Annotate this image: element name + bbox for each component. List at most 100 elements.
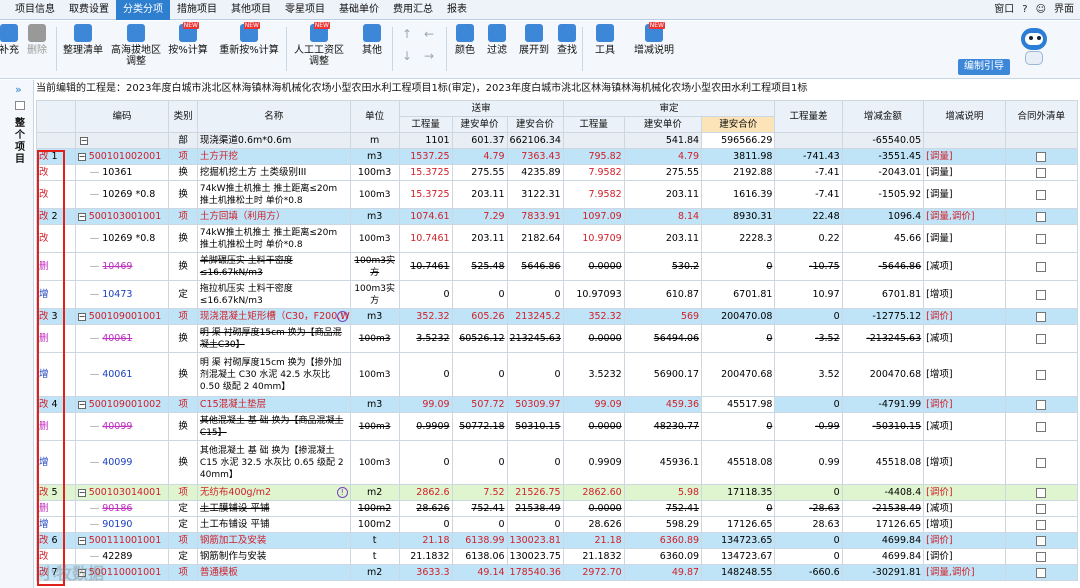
submit-qty-cell[interactable]: 99.09	[398, 396, 453, 413]
col-approve-total[interactable]: 建安合价	[701, 116, 776, 133]
submit-price-cell[interactable]: 0	[451, 352, 508, 397]
code-cell[interactable]: —10269 *0.8	[74, 180, 170, 209]
name-cell[interactable]: 普通模板	[196, 564, 351, 581]
change-note-cell[interactable]: [减项]	[923, 324, 1006, 353]
change-amount-cell[interactable]: -12775.12	[841, 308, 925, 325]
submit-qty-cell[interactable]: 3633.3	[398, 564, 453, 581]
submit-total-cell[interactable]: 0	[506, 516, 564, 533]
collapse-toggle-icon[interactable]: −	[77, 400, 86, 409]
submit-total-cell[interactable]: 4235.89	[506, 164, 564, 181]
extra-contract-cell[interactable]	[1004, 308, 1079, 325]
interface-menu[interactable]: 界面	[1054, 0, 1074, 20]
name-cell[interactable]: 土方回填（利用方）	[196, 208, 351, 225]
submit-price-cell[interactable]: 7.29	[451, 208, 508, 225]
approve-price-cell[interactable]: 4.79	[623, 148, 703, 165]
approve-total-cell[interactable]: 45517.98	[701, 396, 776, 413]
percent-calc-button[interactable]: NEW 按%计算	[166, 22, 210, 76]
submit-qty-cell[interactable]: 3.5232	[398, 324, 453, 353]
name-cell[interactable]: 明 渠 衬砌厚度15cm 换为【掺外加剂混凝土 C30 水泥 42.5 水灰比 …	[196, 352, 351, 397]
change-note-cell[interactable]: [增项]	[923, 516, 1006, 533]
approve-price-cell[interactable]: 541.84	[623, 132, 703, 149]
approve-qty-cell[interactable]: 3.5232	[562, 352, 625, 397]
recalc-percent-button[interactable]: NEW 重新按%计算	[214, 22, 284, 76]
extra-contract-checkbox[interactable]	[1036, 519, 1047, 530]
qty-diff-cell[interactable]: 0	[774, 396, 843, 413]
change-note-cell[interactable]: [调量,调价]	[923, 208, 1006, 225]
submit-price-cell[interactable]: 49.14	[451, 564, 508, 581]
approve-total-cell[interactable]: 17118.35	[701, 484, 776, 501]
qty-diff-cell[interactable]: -28.63	[774, 500, 843, 517]
approve-price-cell[interactable]: 203.11	[623, 224, 703, 253]
approve-price-cell[interactable]: 48230.77	[623, 412, 703, 441]
submit-qty-cell[interactable]: 21.1832	[398, 548, 453, 565]
table-row[interactable]: 删 —40099 换其他混凝土 基 础 换为【商品混凝土C15】 100m3 0.990…	[36, 412, 1079, 441]
approve-qty-cell[interactable]: 2862.60	[562, 484, 625, 501]
col-unit[interactable]: 单位	[349, 100, 400, 133]
extra-contract-cell[interactable]	[1004, 412, 1079, 441]
submit-price-cell[interactable]: 507.72	[451, 396, 508, 413]
col-change-amount[interactable]: 增减金额	[841, 100, 925, 133]
qty-diff-cell[interactable]: -660.6	[774, 564, 843, 581]
approve-qty-cell[interactable]: 21.1832	[562, 548, 625, 565]
change-note-cell[interactable]: [调价]	[923, 484, 1006, 501]
submit-price-cell[interactable]: 203.11	[451, 224, 508, 253]
warning-icon[interactable]: !	[336, 487, 348, 498]
qty-diff-cell[interactable]: 0	[774, 548, 843, 565]
help-icon[interactable]: ?	[1022, 0, 1027, 20]
approve-price-cell[interactable]: 56494.06	[623, 324, 703, 353]
menu-tab-5[interactable]: 零星项目	[278, 0, 332, 20]
name-cell[interactable]: 土工膜铺设 平铺	[196, 500, 351, 517]
approve-price-cell[interactable]: 8.14	[623, 208, 703, 225]
supplement-button[interactable]: 补充	[0, 24, 24, 76]
submit-price-cell[interactable]: 605.26	[451, 308, 508, 325]
submit-total-cell[interactable]: 130023.75	[506, 548, 564, 565]
submit-qty-cell[interactable]: 0.9909	[398, 412, 453, 441]
change-amount-cell[interactable]: 4699.84	[841, 532, 925, 549]
table-row[interactable]: 增 —40061 换明 渠 衬砌厚度15cm 换为【掺外加剂混凝土 C30 水泥 4…	[36, 352, 1079, 397]
right-arrow-icon[interactable]: →	[424, 49, 434, 63]
approve-price-cell[interactable]: 275.55	[623, 164, 703, 181]
submit-qty-cell[interactable]: 0	[398, 516, 453, 533]
code-cell[interactable]: —90190	[74, 516, 170, 533]
submit-qty-cell[interactable]: 21.18	[398, 532, 453, 549]
extra-contract-cell[interactable]	[1004, 180, 1079, 209]
change-note-cell[interactable]: [减项]	[923, 252, 1006, 281]
submit-total-cell[interactable]: 50310.15	[506, 412, 564, 441]
change-amount-cell[interactable]: -30291.81	[841, 564, 925, 581]
change-amount-cell[interactable]: 4699.84	[841, 548, 925, 565]
col-approve-qty[interactable]: 工程量	[562, 116, 625, 133]
approve-price-cell[interactable]: 610.87	[623, 280, 703, 309]
approve-total-cell[interactable]: 0	[701, 252, 776, 281]
approve-qty-cell[interactable]: 7.9582	[562, 180, 625, 209]
submit-total-cell[interactable]: 5646.86	[506, 252, 564, 281]
change-note-cell[interactable]: [调价]	[923, 532, 1006, 549]
submit-total-cell[interactable]: 21538.49	[506, 500, 564, 517]
altitude-adjust-button[interactable]: 高海拔地区 调整	[108, 24, 164, 76]
wage-adjust-button[interactable]: NEW 人工工资区 调整	[288, 22, 350, 76]
col-submit-price[interactable]: 建安单价	[451, 116, 508, 133]
qty-diff-cell[interactable]: 28.63	[774, 516, 843, 533]
submit-total-cell[interactable]: 0	[506, 280, 564, 309]
menu-tab-3[interactable]: 措施项目	[170, 0, 224, 20]
code-cell[interactable]: —40099	[74, 412, 170, 441]
code-cell[interactable]: —40061	[74, 352, 170, 397]
submit-qty-cell[interactable]: 10.7461	[398, 224, 453, 253]
change-amount-cell[interactable]: 17126.65	[841, 516, 925, 533]
extra-contract-checkbox[interactable]	[1036, 167, 1047, 178]
extra-contract-checkbox[interactable]	[1036, 311, 1047, 322]
change-amount-cell[interactable]: -4791.99	[841, 396, 925, 413]
table-row[interactable]: 改 —10269 *0.8 换 74kW推土机推土 推土距离≤20m 推土机推松土时 …	[36, 180, 1079, 209]
submit-qty-cell[interactable]: 15.3725	[398, 164, 453, 181]
change-amount-cell[interactable]: -4408.4	[841, 484, 925, 501]
approve-total-cell[interactable]: 200470.08	[701, 308, 776, 325]
approve-price-cell[interactable]: 459.36	[623, 396, 703, 413]
approve-qty-cell[interactable]: 10.97093	[562, 280, 625, 309]
change-amount-cell[interactable]: -50310.15	[841, 412, 925, 441]
submit-qty-cell[interactable]: 1074.61	[398, 208, 453, 225]
change-note-cell[interactable]: [调量]	[923, 180, 1006, 209]
qty-diff-cell[interactable]: -10.75	[774, 252, 843, 281]
code-cell[interactable]: −500109001001	[74, 308, 170, 325]
submit-qty-cell[interactable]: 10.7461	[398, 252, 453, 281]
change-note-cell[interactable]: [调量,调价]	[923, 564, 1006, 581]
extra-contract-checkbox[interactable]	[1036, 211, 1047, 222]
